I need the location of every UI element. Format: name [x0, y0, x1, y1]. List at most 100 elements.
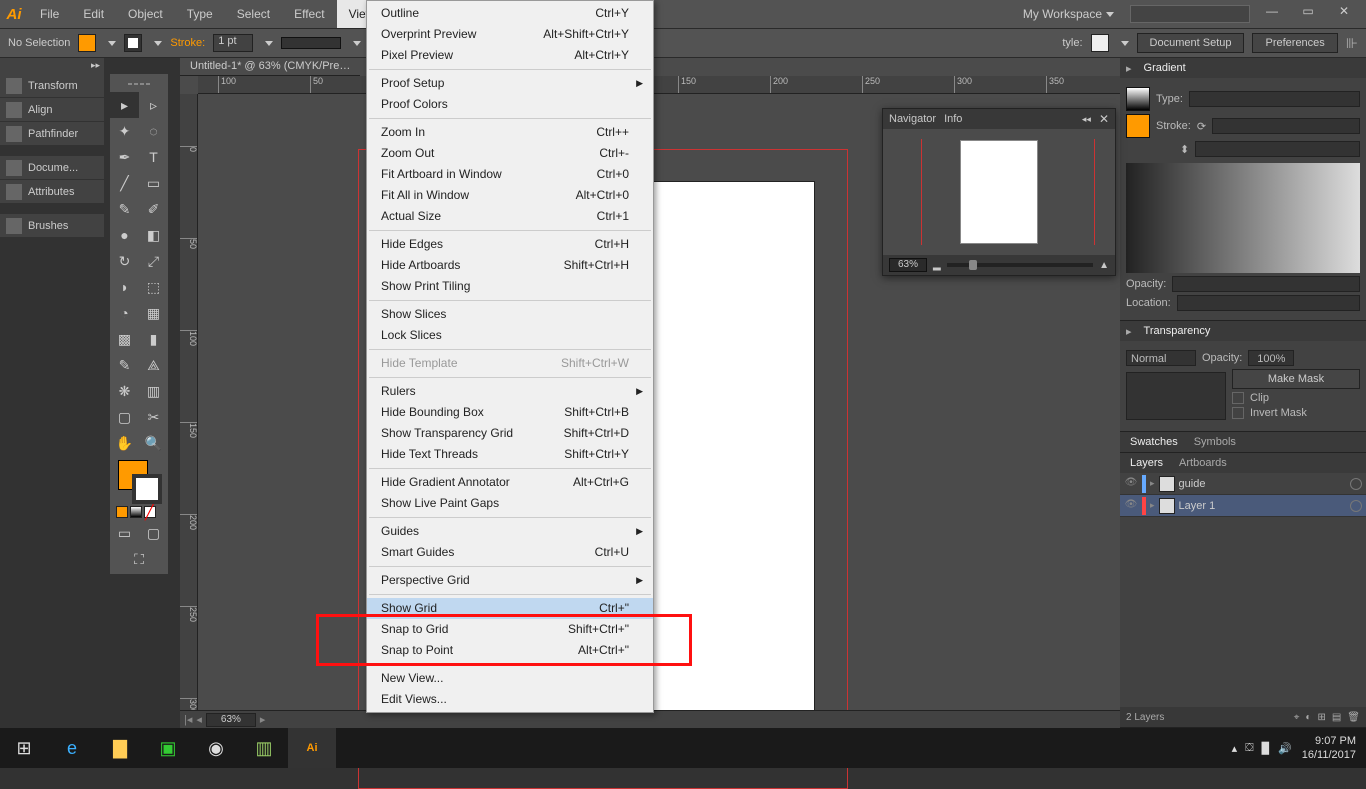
menu-item-hide-text-threads[interactable]: Hide Text ThreadsShift+Ctrl+Y [367, 444, 653, 465]
eyedropper-tool[interactable]: ✎ [110, 352, 139, 378]
fill-swatch[interactable] [78, 34, 96, 52]
layer-new-icon[interactable]: ▤ [1332, 712, 1341, 723]
maximize-button[interactable]: ▭ [1294, 4, 1322, 24]
menu-item-overprint-preview[interactable]: Overprint PreviewAlt+Shift+Ctrl+Y [367, 24, 653, 45]
clip-checkbox[interactable] [1232, 392, 1244, 404]
menu-item-show-print-tiling[interactable]: Show Print Tiling [367, 276, 653, 297]
color-swatches[interactable] [110, 456, 168, 504]
line-tool[interactable]: ╱ [110, 170, 139, 196]
start-button[interactable]: ⊞ [0, 728, 48, 768]
close-button[interactable]: ✕ [1330, 4, 1358, 24]
menu-item-show-grid[interactable]: Show GridCtrl+" [367, 598, 653, 619]
explorer-icon[interactable]: ▇ [96, 728, 144, 768]
layers-tab[interactable]: Layers [1126, 455, 1167, 471]
hand-tool[interactable]: ✋ [110, 430, 139, 456]
panel-collapse-icon[interactable]: ▸ [1126, 325, 1132, 338]
screen-mode-full[interactable]: ▢ [139, 520, 168, 546]
eraser-tool[interactable]: ◧ [139, 222, 168, 248]
tray-up-icon[interactable]: ▴ [1232, 742, 1238, 755]
store-icon[interactable]: ▣ [144, 728, 192, 768]
blob-brush-tool[interactable]: ● [110, 222, 139, 248]
navigator-tab[interactable]: Navigator [889, 113, 936, 125]
gradient-opacity-input[interactable] [1172, 276, 1360, 292]
make-mask-button[interactable]: Make Mask [1232, 369, 1360, 389]
target-icon[interactable] [1350, 500, 1362, 512]
gradient-color-thumb[interactable] [1126, 114, 1150, 138]
graph-tool[interactable]: ▥ [139, 378, 168, 404]
menu-item-zoom-out[interactable]: Zoom OutCtrl+- [367, 143, 653, 164]
menu-item-hide-gradient-annotator[interactable]: Hide Gradient AnnotatorAlt+Ctrl+G [367, 472, 653, 493]
zoom-out-icon[interactable]: ▂ [933, 260, 941, 271]
visibility-icon[interactable]: 👁 [1124, 477, 1138, 491]
menu-type[interactable]: Type [175, 0, 225, 28]
panel-tab-transform[interactable]: Transform [0, 74, 104, 98]
menu-item-zoom-in[interactable]: Zoom InCtrl++ [367, 122, 653, 143]
menu-file[interactable]: File [28, 0, 71, 28]
illustrator-task-icon[interactable]: Ai [288, 728, 336, 768]
type-tool[interactable]: T [139, 144, 168, 170]
gradient-type-select[interactable] [1189, 91, 1360, 107]
free-transform-tool[interactable]: ⬚ [139, 274, 168, 300]
brush-picker[interactable] [281, 37, 341, 49]
pencil-tool[interactable]: ✐ [139, 196, 168, 222]
menu-item-show-transparency-grid[interactable]: Show Transparency GridShift+Ctrl+D [367, 423, 653, 444]
menu-edit[interactable]: Edit [71, 0, 116, 28]
tray-volume-icon[interactable]: 🔊 [1278, 742, 1292, 755]
transparency-tab[interactable]: Transparency [1140, 323, 1215, 339]
layer-delete-icon[interactable]: 🗑 [1347, 712, 1360, 723]
slice-tool[interactable]: ✂ [139, 404, 168, 430]
magic-wand-tool[interactable]: ✦ [110, 118, 139, 144]
layer-row[interactable]: 👁▸guide [1120, 473, 1366, 495]
nav-first-icon[interactable]: |◂ [184, 713, 192, 726]
menu-effect[interactable]: Effect [282, 0, 336, 28]
symbol-sprayer-tool[interactable]: ❋ [110, 378, 139, 404]
gradient-tool[interactable]: ▮ [139, 326, 168, 352]
menu-item-proof-colors[interactable]: Proof Colors [367, 94, 653, 115]
selection-tool[interactable]: ▸ [110, 92, 139, 118]
gradient-location-input[interactable] [1177, 295, 1360, 311]
document-tab[interactable]: Untitled-1* @ 63% (CMYK/Pre… [180, 58, 360, 76]
ruler-horizontal[interactable]: 10050050100150200250300350 [198, 76, 1120, 94]
visibility-icon[interactable]: 👁 [1124, 499, 1138, 513]
layer-row[interactable]: 👁▸Layer 1 [1120, 495, 1366, 517]
info-tab[interactable]: Info [944, 113, 962, 125]
menu-item-perspective-grid[interactable]: Perspective Grid▶ [367, 570, 653, 591]
screen-mode-toggle[interactable]: ⛶ [110, 546, 168, 572]
gradient-ratio-input[interactable] [1195, 141, 1360, 157]
scale-tool[interactable]: ⤢ [139, 248, 168, 274]
align-icon[interactable]: ⊪ [1346, 35, 1358, 52]
panel-collapse-icon[interactable]: ▸ [1126, 62, 1132, 75]
stroke-weight-input[interactable]: 1 pt [213, 34, 253, 52]
paintbrush-tool[interactable]: ✎ [110, 196, 139, 222]
panel-close-icon[interactable]: ✕ [1099, 112, 1109, 126]
gradient-preview[interactable] [1126, 163, 1360, 273]
rectangle-tool[interactable]: ▭ [139, 170, 168, 196]
symbols-tab[interactable]: Symbols [1190, 434, 1240, 450]
opacity-input[interactable]: 100% [1248, 350, 1294, 366]
panel-tab-align[interactable]: Align [0, 98, 104, 122]
nav-prev-icon[interactable]: ◂ [196, 713, 202, 726]
menu-object[interactable]: Object [116, 0, 175, 28]
layer-mask-icon[interactable]: ◐ [1305, 712, 1311, 723]
menu-item-new-view-[interactable]: New View... [367, 668, 653, 689]
navigator-panel[interactable]: Navigator Info ◂◂ ✕ 63% ▂ ▲ [882, 108, 1116, 276]
color-mode-fill[interactable] [116, 506, 128, 518]
preferences-button[interactable]: Preferences [1252, 33, 1337, 53]
zoom-tool[interactable]: 🔍 [139, 430, 168, 456]
panel-collapse-icon[interactable]: ◂◂ [1082, 114, 1091, 125]
swatches-tab[interactable]: Swatches [1126, 434, 1182, 450]
menu-item-proof-setup[interactable]: Proof Setup▶ [367, 73, 653, 94]
system-clock[interactable]: 9:07 PM 16/11/2017 [1302, 734, 1356, 762]
nav-next-icon[interactable]: ▸ [260, 713, 266, 726]
menu-item-smart-guides[interactable]: Smart GuidesCtrl+U [367, 542, 653, 563]
menu-item-edit-views-[interactable]: Edit Views... [367, 689, 653, 710]
blend-mode-select[interactable]: Normal [1126, 350, 1196, 366]
menu-item-hide-bounding-box[interactable]: Hide Bounding BoxShift+Ctrl+B [367, 402, 653, 423]
pen-tool[interactable]: ✒ [110, 144, 139, 170]
menu-item-snap-to-grid[interactable]: Snap to GridShift+Ctrl+" [367, 619, 653, 640]
menu-item-show-slices[interactable]: Show Slices [367, 304, 653, 325]
perspective-tool[interactable]: ▦ [139, 300, 168, 326]
color-mode-none[interactable]: ╱ [144, 506, 156, 518]
toolbox-grip[interactable] [110, 76, 168, 92]
expand-icon[interactable]: ▸ [1150, 478, 1155, 489]
